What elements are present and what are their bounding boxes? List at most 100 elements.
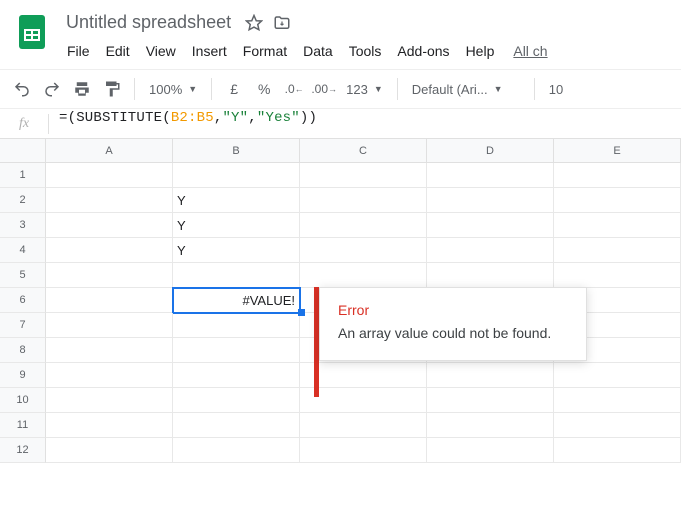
col-header[interactable]: D: [427, 139, 554, 163]
cell-A11[interactable]: [46, 413, 173, 438]
menu-help[interactable]: Help: [459, 39, 502, 63]
paint-format-button[interactable]: [98, 75, 126, 103]
menu-overflow[interactable]: All ch: [503, 39, 554, 63]
cell-E4[interactable]: [554, 238, 681, 263]
decrease-decimal-button[interactable]: .0←: [280, 75, 308, 103]
cell-A7[interactable]: [46, 313, 173, 338]
cell-E9[interactable]: [554, 363, 681, 388]
cell-D3[interactable]: [427, 213, 554, 238]
star-icon[interactable]: [245, 14, 263, 32]
redo-button[interactable]: [38, 75, 66, 103]
formula-bar[interactable]: =(SUBSTITUTE(B2:B5,"Y","Yes")): [49, 110, 681, 138]
cell-B6[interactable]: #VALUE!: [173, 288, 300, 313]
cell-D5[interactable]: [427, 263, 554, 288]
row-header[interactable]: 12: [0, 438, 46, 463]
cell-D1[interactable]: [427, 163, 554, 188]
cell-D9[interactable]: [427, 363, 554, 388]
cell-B10[interactable]: [173, 388, 300, 413]
increase-decimal-button[interactable]: .00→: [310, 75, 338, 103]
number-format-combo[interactable]: 123▼: [340, 75, 389, 103]
cell-B9[interactable]: [173, 363, 300, 388]
font-size-combo[interactable]: 10: [543, 75, 569, 103]
col-header[interactable]: E: [554, 139, 681, 163]
select-all-corner[interactable]: [0, 139, 46, 163]
cell-A8[interactable]: [46, 338, 173, 363]
cell-B7[interactable]: [173, 313, 300, 338]
row-headers: 1 2 3 4 5 6 7 8 9 10 11 12: [0, 163, 46, 463]
cell-E10[interactable]: [554, 388, 681, 413]
cell-A1[interactable]: [46, 163, 173, 188]
menu-file[interactable]: File: [60, 39, 97, 63]
row-header[interactable]: 5: [0, 263, 46, 288]
col-header[interactable]: B: [173, 139, 300, 163]
row-header[interactable]: 3: [0, 213, 46, 238]
row-header[interactable]: 9: [0, 363, 46, 388]
row-header[interactable]: 8: [0, 338, 46, 363]
undo-button[interactable]: [8, 75, 36, 103]
cell-D12[interactable]: [427, 438, 554, 463]
row-header[interactable]: 10: [0, 388, 46, 413]
row-header[interactable]: 7: [0, 313, 46, 338]
menu-addons[interactable]: Add-ons: [390, 39, 456, 63]
cell-C12[interactable]: [300, 438, 427, 463]
cell-A9[interactable]: [46, 363, 173, 388]
menu-insert[interactable]: Insert: [185, 39, 234, 63]
cell-D11[interactable]: [427, 413, 554, 438]
cell-D2[interactable]: [427, 188, 554, 213]
percent-button[interactable]: %: [250, 75, 278, 103]
cell-C1[interactable]: [300, 163, 427, 188]
currency-button[interactable]: £: [220, 75, 248, 103]
row-header[interactable]: 6: [0, 288, 46, 313]
font-combo[interactable]: Default (Ari...▼: [406, 75, 526, 103]
cell-C9[interactable]: [300, 363, 427, 388]
cell-B1[interactable]: [173, 163, 300, 188]
col-header[interactable]: A: [46, 139, 173, 163]
cell-E5[interactable]: [554, 263, 681, 288]
cell-B3[interactable]: Y: [173, 213, 300, 238]
cell-B5[interactable]: [173, 263, 300, 288]
cell-E11[interactable]: [554, 413, 681, 438]
cell-C3[interactable]: [300, 213, 427, 238]
row-header[interactable]: 1: [0, 163, 46, 188]
cell-B4[interactable]: Y: [173, 238, 300, 263]
cell-B8[interactable]: [173, 338, 300, 363]
sheets-logo[interactable]: [12, 12, 52, 52]
move-folder-icon[interactable]: [273, 14, 291, 32]
cell-E2[interactable]: [554, 188, 681, 213]
selection-fill-handle[interactable]: [298, 309, 305, 316]
print-button[interactable]: [68, 75, 96, 103]
menu-view[interactable]: View: [139, 39, 183, 63]
cell-A6[interactable]: [46, 288, 173, 313]
menu-format[interactable]: Format: [236, 39, 294, 63]
row-header[interactable]: 11: [0, 413, 46, 438]
row-header[interactable]: 2: [0, 188, 46, 213]
cell-B2[interactable]: Y: [173, 188, 300, 213]
cell-E1[interactable]: [554, 163, 681, 188]
cell-C11[interactable]: [300, 413, 427, 438]
cell-A2[interactable]: [46, 188, 173, 213]
chevron-down-icon: ▼: [374, 84, 383, 94]
cell-D4[interactable]: [427, 238, 554, 263]
cell-C10[interactable]: [300, 388, 427, 413]
cell-B12[interactable]: [173, 438, 300, 463]
cell-A4[interactable]: [46, 238, 173, 263]
menu-data[interactable]: Data: [296, 39, 340, 63]
cell-A10[interactable]: [46, 388, 173, 413]
cell-B11[interactable]: [173, 413, 300, 438]
menu-edit[interactable]: Edit: [99, 39, 137, 63]
cell-E3[interactable]: [554, 213, 681, 238]
cell-D10[interactable]: [427, 388, 554, 413]
cell-C2[interactable]: [300, 188, 427, 213]
cell-C4[interactable]: [300, 238, 427, 263]
zoom-combo[interactable]: 100%▼: [143, 75, 203, 103]
col-header[interactable]: C: [300, 139, 427, 163]
cell-E12[interactable]: [554, 438, 681, 463]
row-header[interactable]: 4: [0, 238, 46, 263]
cell-A5[interactable]: [46, 263, 173, 288]
cell-C5[interactable]: [300, 263, 427, 288]
chevron-down-icon: ▼: [188, 84, 197, 94]
cell-A3[interactable]: [46, 213, 173, 238]
cell-A12[interactable]: [46, 438, 173, 463]
doc-title[interactable]: Untitled spreadsheet: [62, 10, 235, 35]
menu-tools[interactable]: Tools: [342, 39, 389, 63]
